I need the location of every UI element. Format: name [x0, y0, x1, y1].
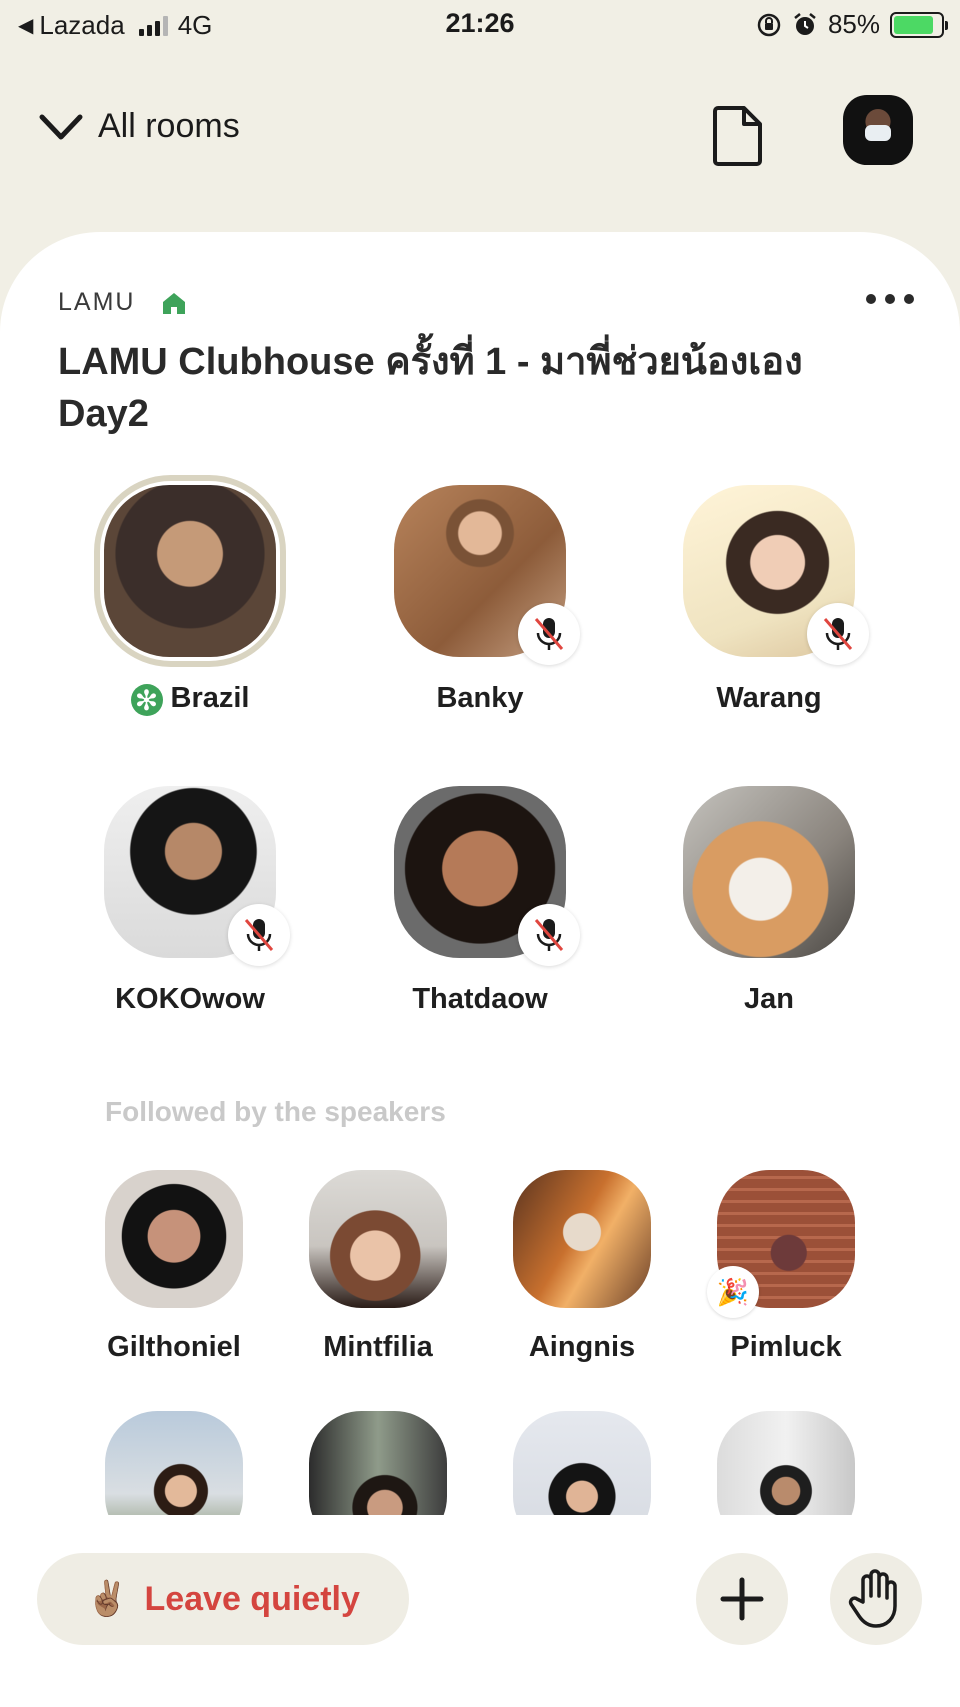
battery-icon: [890, 11, 948, 38]
muted-mic-icon: [807, 603, 869, 665]
status-bar: ◀ Lazada 4G 21:26 85%: [0, 0, 960, 50]
document-icon[interactable]: [712, 105, 764, 167]
new-user-party-icon: 🎉: [707, 1266, 759, 1318]
speaker-name: KOKOwow: [115, 983, 265, 1015]
more-listeners-row: [0, 1410, 960, 1515]
avatar[interactable]: [309, 1411, 447, 1515]
avatar[interactable]: [105, 1411, 243, 1515]
avatar[interactable]: [394, 786, 580, 966]
avatar[interactable]: [513, 1411, 651, 1515]
plus-icon: [720, 1577, 764, 1621]
header: All rooms: [0, 95, 960, 175]
listener-name: Pimluck: [730, 1331, 842, 1363]
moderator-badge-icon: ✻: [130, 684, 163, 716]
all-rooms-label: All rooms: [98, 107, 240, 145]
listener-name: Aingnis: [528, 1331, 636, 1363]
listener-name: Gilthoniel: [107, 1331, 241, 1363]
more-options-button[interactable]: [866, 294, 914, 304]
house-icon: [163, 292, 186, 314]
avatar[interactable]: [105, 1170, 243, 1308]
club-row[interactable]: LAMU: [58, 288, 187, 317]
avatar[interactable]: [309, 1170, 447, 1308]
speaker-name: ✻ Brazil: [60, 682, 320, 716]
raise-hand-icon: [848, 1569, 897, 1628]
add-button[interactable]: [696, 1553, 788, 1645]
status-right: 85%: [756, 9, 948, 40]
avatar[interactable]: [104, 786, 290, 966]
speaker-name: Warang: [716, 682, 822, 714]
speaker-name: Banky: [436, 682, 524, 714]
all-rooms-button[interactable]: All rooms: [38, 107, 240, 146]
speaker-name: Jan: [744, 983, 794, 1015]
speaker-name: Thatdaow: [412, 983, 548, 1015]
club-name: LAMU: [58, 288, 136, 316]
battery-percent: 85%: [827, 9, 880, 39]
chevron-down-icon: [39, 114, 83, 139]
muted-mic-icon: [228, 904, 290, 966]
leave-quietly-button[interactable]: ✌🏽 Leave quietly: [37, 1553, 409, 1645]
alarm-icon: [794, 12, 816, 35]
muted-mic-icon: [518, 904, 580, 966]
orientation-lock-icon: [757, 13, 781, 36]
avatar[interactable]: [394, 485, 580, 665]
raise-hand-button[interactable]: [830, 1553, 922, 1645]
muted-mic-icon: [518, 603, 580, 665]
avatar[interactable]: [94, 475, 286, 667]
peace-hand-icon: ✌🏽: [86, 1580, 129, 1618]
avatar[interactable]: 🎉: [707, 1170, 855, 1318]
avatar[interactable]: [683, 786, 855, 958]
room-title: LAMU Clubhouse ครั้งที่ 1 - มาพี่ช่วยน้อ…: [58, 341, 803, 435]
followed-by-speakers-label: Followed by the speakers: [105, 1096, 446, 1127]
avatar[interactable]: [513, 1170, 651, 1308]
avatar[interactable]: [717, 1411, 855, 1515]
listener-name: Mintfilia: [323, 1331, 433, 1363]
leave-quietly-label: Leave quietly: [144, 1579, 360, 1618]
avatar[interactable]: [683, 485, 869, 665]
profile-avatar[interactable]: [843, 95, 913, 165]
